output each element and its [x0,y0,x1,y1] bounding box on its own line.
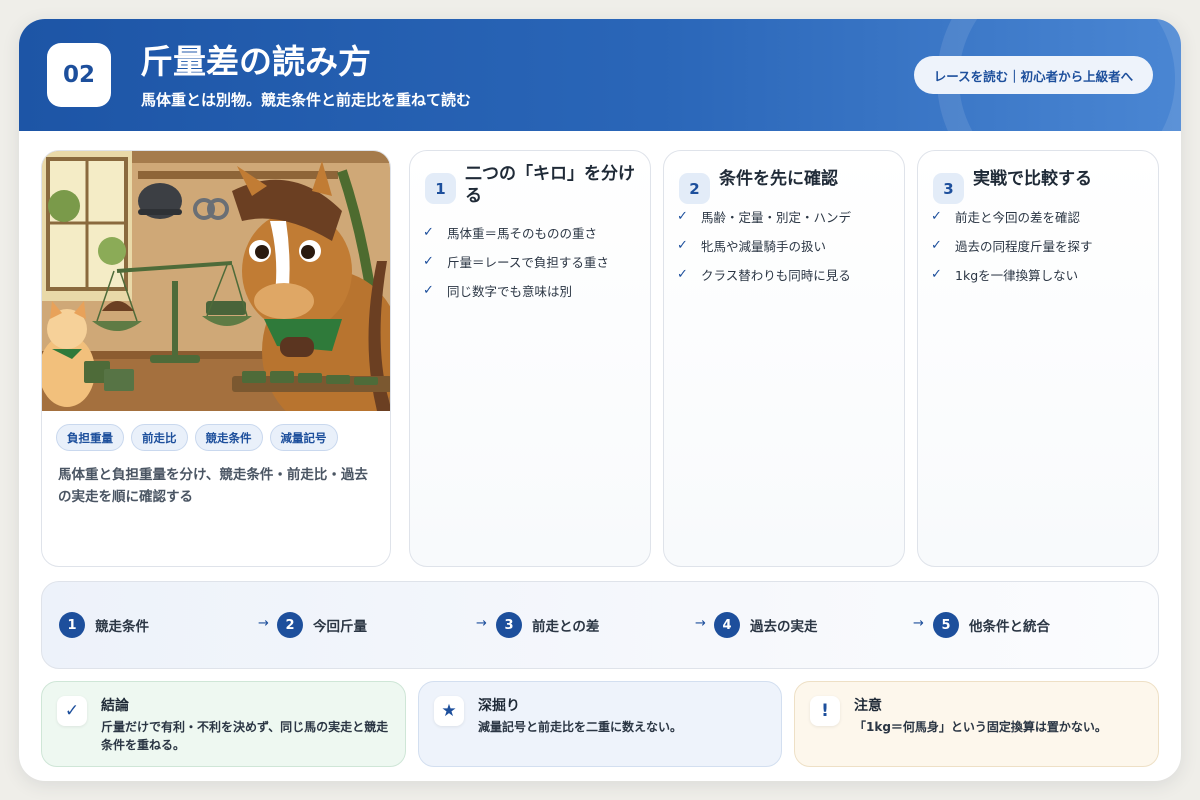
illustration-description: 馬体重と負担重量を分け、競走条件・前走比・過去の実走を順に確認する [58,467,368,505]
star-icon: ★ [434,696,464,726]
checklist-item: ✓ 牝馬や減量騎手の扱い [677,231,851,260]
checklist-item-text: 馬齢・定量・別定・ハンデ [701,210,852,225]
exclamation-icon: ! [810,696,840,726]
check-icon: ✓ [931,238,942,253]
arrow-right-icon: → [695,616,706,631]
checklist-item-text: 馬体重＝馬そのものの重さ [447,226,598,241]
step-number-badge: 3 [933,173,964,204]
horse-scale-illustration [42,151,390,411]
checklist-item-text: 1kgを一律換算しない [955,268,1079,283]
check-icon: ✓ [423,254,434,269]
note-text: 「1kg＝何馬身」という固定換算は置かない。 [854,720,1107,734]
checklist-item-text: 前走と今回の差を確認 [955,210,1081,225]
step-number-badge: 2 [679,173,710,204]
flow-step-label: 前走との差 [532,619,600,635]
keyword-tags: 負担重量 前走比 競走条件 減量記号 [56,424,338,451]
check-icon: ✓ [677,238,688,253]
header-banner: 02 斤量差の読み方 馬体重とは別物。競走条件と前走比を重ねて読む レースを読む… [19,19,1181,131]
arrow-right-icon: → [913,616,924,631]
flow-step: 5 他条件と統合 [933,612,1050,638]
checklist-item-text: クラス替わりも同時に見る [701,268,851,283]
flow-step: 3 前走との差 [496,612,599,638]
flow-step-label: 過去の実走 [750,619,818,635]
check-icon: ✓ [931,209,942,224]
keyword-tag: 負担重量 [56,424,124,451]
check-icon: ✓ [931,267,942,282]
caution-note: ! 注意 「1kg＝何馬身」という固定換算は置かない。 [794,681,1159,767]
checklist-item: ✓ 1kgを一律換算しない [931,260,1093,289]
check-icon: ✓ [677,209,688,224]
checklist-item-text: 牝馬や減量騎手の扱い [701,239,827,254]
note-title: 注意 [854,698,882,714]
step-number-badge: 1 [425,173,456,204]
flow-step-number: 4 [714,612,740,638]
note-title: 結論 [101,698,129,714]
note-title: 深掘り [478,698,520,714]
flow-step-number: 3 [496,612,522,638]
step-checklist: ✓ 前走と今回の差を確認 ✓ 過去の同程度斤量を探す ✓ 1kgを一律換算しない [931,202,1093,289]
checklist-item: ✓ 過去の同程度斤量を探す [931,231,1093,260]
step-title: 条件を先に確認 [719,169,838,189]
check-icon: ✓ [423,283,434,298]
check-icon: ✓ [677,267,688,282]
step-card-1: 1 二つの「キロ」を分ける ✓ 馬体重＝馬そのものの重さ ✓ 斤量＝レースで負担する… [409,150,651,567]
page-title: 斤量差の読み方 [140,42,371,81]
illustration-panel: 負担重量 前走比 競走条件 減量記号 馬体重と負担重量を分け、競走条件・前走比・… [41,150,391,567]
step-title: 二つの「キロ」を分ける [465,164,635,206]
note-text: 斤量だけで有利・不利を決めず、同じ馬の実走と競走条件を重ねる。 [101,720,389,752]
flow-step-label: 今回斤量 [313,619,367,635]
checklist-item-text: 斤量＝レースで負担する重さ [447,255,609,270]
deep-dive-note: ★ 深掘り 減量記号と前走比を二重に数えない。 [418,681,782,767]
flow-step-label: 他条件と統合 [969,619,1050,635]
slide-card: 02 斤量差の読み方 馬体重とは別物。競走条件と前走比を重ねて読む レースを読む… [19,19,1181,781]
checklist-item-text: 同じ数字でも意味は別 [447,284,573,299]
flow-step-label: 競走条件 [95,619,149,635]
flow-step: 1 競走条件 [59,612,149,638]
step-checklist: ✓ 馬体重＝馬そのものの重さ ✓ 斤量＝レースで負担する重さ ✓ 同じ数字でも意味は別 [423,218,609,305]
flow-step: 2 今回斤量 [277,612,367,638]
section-number: 02 [47,43,111,107]
check-icon: ✓ [57,696,87,726]
step-title: 実戦で比較する [973,169,1092,189]
step-card-3: 3 実戦で比較する ✓ 前走と今回の差を確認 ✓ 過去の同程度斤量を探す ✓ 1kgを… [917,150,1159,567]
series-link-button[interactable]: レースを読む｜初心者から上級者へ [914,56,1153,94]
flow-step: 4 過去の実走 [714,612,818,638]
process-flow: 1 競走条件 → 2 今回斤量 → 3 前走との差 → 4 過去の実走 → 5 … [41,581,1159,669]
flow-step-number: 1 [59,612,85,638]
check-icon: ✓ [423,225,434,240]
note-text: 減量記号と前走比を二重に数えない。 [478,720,683,734]
step-card-2: 2 条件を先に確認 ✓ 馬齢・定量・別定・ハンデ ✓ 牝馬や減量騎手の扱い ✓ クラス… [663,150,905,567]
flow-step-number: 5 [933,612,959,638]
arrow-right-icon: → [258,616,269,631]
checklist-item: ✓ 前走と今回の差を確認 [931,202,1093,231]
page-subtitle: 馬体重とは別物。競走条件と前走比を重ねて読む [141,91,472,109]
keyword-tag: 前走比 [131,424,188,451]
arrow-right-icon: → [476,616,487,631]
keyword-tag: 減量記号 [269,424,338,451]
checklist-item: ✓ 馬体重＝馬そのものの重さ [423,218,609,247]
flow-step-number: 2 [277,612,303,638]
conclusion-note: ✓ 結論 斤量だけで有利・不利を決めず、同じ馬の実走と競走条件を重ねる。 [41,681,406,767]
checklist-item: ✓ 馬齢・定量・別定・ハンデ [677,202,851,231]
checklist-item: ✓ 同じ数字でも意味は別 [423,276,609,305]
checklist-item-text: 過去の同程度斤量を探す [955,239,1093,254]
keyword-tag: 競走条件 [194,424,263,451]
checklist-item: ✓ 斤量＝レースで負担する重さ [423,247,609,276]
step-checklist: ✓ 馬齢・定量・別定・ハンデ ✓ 牝馬や減量騎手の扱い ✓ クラス替わりも同時に見る [677,202,851,289]
checklist-item: ✓ クラス替わりも同時に見る [677,260,851,289]
